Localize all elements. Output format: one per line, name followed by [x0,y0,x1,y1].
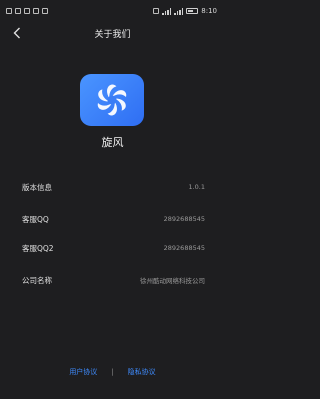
privacy-policy-link[interactable]: 隐私协议 [128,367,156,377]
message-icon [42,8,48,14]
info-value: 徐州酷动网络科技公司 [140,277,205,285]
info-row-qq: 客服QQ 2892688545 [22,211,205,227]
top-bar: 关于我们 [0,22,225,46]
info-value: 2892688545 [163,215,205,223]
info-row-company: 公司名称 徐州酷动网络科技公司 [22,272,205,288]
notification-icon [6,8,12,14]
status-notifications [6,8,48,14]
info-row-version: 版本信息 1.0.1 [22,179,205,195]
info-label: 客服QQ [22,214,49,224]
pinwheel-logo-icon [97,84,127,116]
info-row-qq2: 客服QQ2 2892688545 [22,240,205,256]
info-label: 公司名称 [22,275,52,285]
info-label: 客服QQ2 [22,243,54,253]
status-bar: 8:10 [0,0,225,22]
notification-icon [33,8,39,14]
app-logo [80,74,144,126]
notification-icon [15,8,21,14]
info-value: 2892688545 [163,244,205,252]
link-separator: | [111,368,114,376]
status-indicators: 8:10 [153,7,217,15]
signal-icon [162,7,172,15]
notification-icon [24,8,30,14]
info-value: 1.0.1 [188,183,205,191]
nfc-icon [153,8,160,14]
status-time: 8:10 [201,7,217,15]
app-name: 旋风 [101,136,124,149]
footer-links: 用户协议 | 隐私协议 [0,367,225,377]
signal-icon [174,7,184,15]
page-title: 关于我们 [94,30,131,40]
user-agreement-link[interactable]: 用户协议 [69,367,97,377]
battery-icon [186,8,199,14]
info-label: 版本信息 [22,182,52,192]
